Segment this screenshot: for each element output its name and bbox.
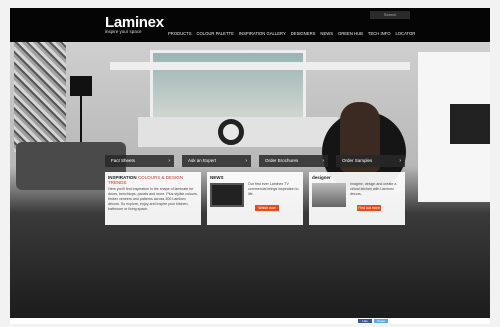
nav-item-products[interactable]: PRODUCTS — [168, 31, 192, 36]
footer: Like Tweet — [10, 318, 490, 324]
nav-item-locator[interactable]: LOCATOR — [395, 31, 415, 36]
wall-artwork — [14, 42, 66, 152]
nav-item-inspiration-gallery[interactable]: INSPIRATION GALLERY — [239, 31, 286, 36]
tab-label: Fact Sheets — [111, 158, 136, 163]
nav-item-colour-palette[interactable]: COLOUR PALETTE — [197, 31, 234, 36]
chevron-right-icon: › — [168, 158, 170, 164]
tab-order-brochures[interactable]: Order Brochures › — [259, 155, 328, 167]
card-text: Our first ever Laminex TV commercial bri… — [248, 182, 299, 196]
tab-label: Order Brochures — [265, 158, 299, 163]
window-view — [150, 50, 306, 120]
browser-page: Laminex inspire your space Search PRODUC… — [10, 8, 490, 324]
tab-fact-sheets[interactable]: Fact Sheets › — [105, 155, 174, 167]
tab-label: Order Samples — [342, 158, 373, 163]
logo-tagline: inspire your space — [105, 29, 142, 34]
nav-item-tech-info[interactable]: TECH INFO — [368, 31, 391, 36]
tab-ask-an-expert[interactable]: Ask an Expert › — [182, 155, 251, 167]
nav-item-news[interactable]: NEWS — [320, 31, 333, 36]
chevron-right-icon: › — [322, 158, 324, 164]
news-card[interactable]: NEWS Our first ever Laminex TV commercia… — [207, 172, 303, 225]
promo-cards: INSPIRATION COLOURS & DESIGN TRENDS Here… — [105, 172, 405, 225]
designer-card[interactable]: designer Imagine, design and create a vi… — [309, 172, 405, 225]
speaker-icon — [218, 119, 244, 145]
card-title: NEWS — [210, 175, 224, 180]
tab-order-samples[interactable]: Order Samples › — [336, 155, 405, 167]
nav-item-designers[interactable]: DESIGNERS — [291, 31, 316, 36]
card-text: Here you'll find inspiration in the shap… — [108, 187, 198, 211]
tab-label: Ask an Expert — [188, 158, 217, 163]
tv-commercial-thumbnail[interactable] — [210, 183, 244, 207]
kitchen-designer-thumbnail[interactable] — [312, 183, 346, 207]
card-title: designer — [312, 175, 331, 180]
inspiration-card[interactable]: INSPIRATION COLOURS & DESIGN TRENDS Here… — [105, 172, 201, 225]
chevron-right-icon: › — [245, 158, 247, 164]
tv-screen — [450, 104, 490, 144]
facebook-like-button[interactable]: Like — [358, 319, 372, 323]
find-out-more-button[interactable]: Find out more — [357, 205, 381, 211]
card-text: Imagine, design and create a virtual kit… — [350, 182, 397, 196]
nav-item-green-hub[interactable]: GREEN HUB — [338, 31, 363, 36]
quick-links: Fact Sheets › Ask an Expert › Order Brochu… — [105, 155, 405, 167]
floor-lamp — [70, 76, 92, 96]
tweet-button[interactable]: Tweet — [374, 319, 388, 323]
header-bar: Laminex inspire your space Search PRODUC… — [10, 8, 490, 42]
card-title: INSPIRATION COLOURS & DESIGN TRENDS — [108, 175, 198, 185]
main-nav: PRODUCTS COLOUR PALETTE INSPIRATION GALL… — [168, 31, 415, 36]
chevron-right-icon: › — [399, 158, 401, 164]
upper-shelf — [110, 62, 410, 70]
watch-now-button[interactable]: Watch now — [255, 205, 279, 211]
search-button[interactable]: Search — [370, 11, 410, 19]
